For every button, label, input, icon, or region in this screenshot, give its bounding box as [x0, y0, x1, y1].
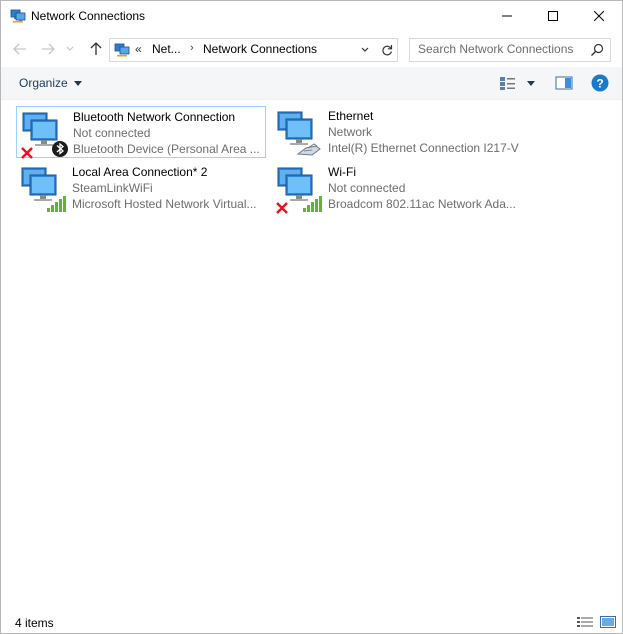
- network-connections-icon: [114, 43, 130, 57]
- back-button[interactable]: [9, 37, 31, 61]
- network-connections-icon: [10, 9, 26, 23]
- svg-text:?: ?: [596, 77, 603, 91]
- ethernet-cable-icon: [296, 143, 321, 156]
- connection-name: Wi-Fi: [328, 165, 356, 179]
- connection-name: Ethernet: [328, 109, 374, 123]
- minimize-icon: [502, 15, 512, 17]
- connection-device: Intel(R) Ethernet Connection I217-V: [328, 141, 519, 155]
- caret-down-icon: [73, 80, 82, 86]
- bluetooth-adapter-icon: [21, 112, 68, 159]
- large-icons-view-icon[interactable]: [600, 616, 616, 628]
- status-bar: 4 items: [1, 609, 622, 633]
- help-icon[interactable]: ?: [591, 74, 609, 92]
- chevron-down-icon: [66, 46, 74, 51]
- refresh-button[interactable]: [376, 38, 398, 62]
- connection-status: Network: [328, 125, 373, 139]
- title-bar[interactable]: Network Connections: [1, 1, 622, 31]
- command-bar: Organize ?: [1, 67, 622, 100]
- connection-status: Not connected: [328, 181, 406, 195]
- search-box[interactable]: Search Network Connections: [409, 38, 611, 62]
- maximize-button[interactable]: [530, 1, 576, 31]
- connection-device: Broadcom 802.11ac Network Ada...: [328, 197, 516, 211]
- connection-device: Bluetooth Device (Personal Area ...: [73, 142, 260, 156]
- connection-name: Bluetooth Network Connection: [73, 110, 236, 124]
- breadcrumb-separator[interactable]: ›: [190, 42, 194, 54]
- list-item[interactable]: Ethernet Network Intel(R) Ethernet Conne…: [272, 106, 520, 156]
- forward-button[interactable]: [37, 37, 59, 61]
- organize-menu[interactable]: Organize: [19, 76, 82, 90]
- arrow-left-icon: [13, 43, 26, 55]
- organize-label: Organize: [19, 76, 68, 90]
- recent-locations-button[interactable]: [63, 37, 77, 61]
- up-button[interactable]: [85, 37, 107, 61]
- breadcrumb-overflow[interactable]: «: [135, 42, 142, 56]
- file-list[interactable]: Bluetooth Network Connection Not connect…: [1, 100, 622, 606]
- preview-pane-icon[interactable]: [554, 75, 574, 91]
- address-history-button[interactable]: [357, 41, 373, 59]
- maximize-icon: [548, 11, 558, 21]
- disconnected-x-icon: [21, 147, 33, 159]
- signal-bars-icon: [47, 196, 66, 212]
- refresh-icon: [381, 45, 392, 56]
- connection-device: Microsoft Hosted Network Virtual...: [72, 197, 257, 211]
- details-view-icon[interactable]: [577, 616, 593, 628]
- search-input[interactable]: Search Network Connections: [418, 42, 573, 56]
- close-icon: [594, 11, 604, 21]
- breadcrumb-network-connections[interactable]: Network Connections: [203, 42, 317, 56]
- chevron-down-icon: [361, 47, 369, 52]
- arrow-right-icon: [42, 43, 55, 55]
- caret-down-icon: [527, 80, 535, 86]
- signal-bars-icon: [303, 196, 322, 212]
- list-item[interactable]: Wi-Fi Not connected Broadcom 802.11ac Ne…: [272, 162, 520, 214]
- list-item[interactable]: Bluetooth Network Connection Not connect…: [16, 106, 266, 159]
- connection-name: Local Area Connection* 2: [72, 165, 208, 179]
- address-bar[interactable]: « Net... › Network Connections: [109, 38, 377, 62]
- disconnected-x-icon: [276, 202, 288, 214]
- item-count: 4 items: [15, 616, 54, 630]
- close-button[interactable]: [576, 1, 622, 31]
- view-options-button[interactable]: [524, 75, 538, 91]
- connection-status: SteamLinkWiFi: [72, 181, 153, 195]
- window-title: Network Connections: [31, 9, 146, 23]
- list-item[interactable]: Local Area Connection* 2 SteamLinkWiFi M…: [16, 162, 264, 212]
- ethernet-adapter-icon: [277, 111, 321, 156]
- wireless-adapter-icon: [276, 167, 322, 214]
- breadcrumb-network[interactable]: Net...: [152, 42, 181, 56]
- arrow-up-icon: [90, 42, 102, 55]
- connection-status: Not connected: [73, 126, 151, 140]
- change-view-icon[interactable]: [498, 75, 518, 91]
- wireless-adapter-icon: [21, 167, 66, 212]
- explorer-window: Network Connections « Net... › Network C…: [0, 0, 623, 634]
- navigation-bar: « Net... › Network Connections Search Ne…: [1, 31, 622, 67]
- minimize-button[interactable]: [484, 1, 530, 31]
- search-icon[interactable]: [590, 43, 604, 57]
